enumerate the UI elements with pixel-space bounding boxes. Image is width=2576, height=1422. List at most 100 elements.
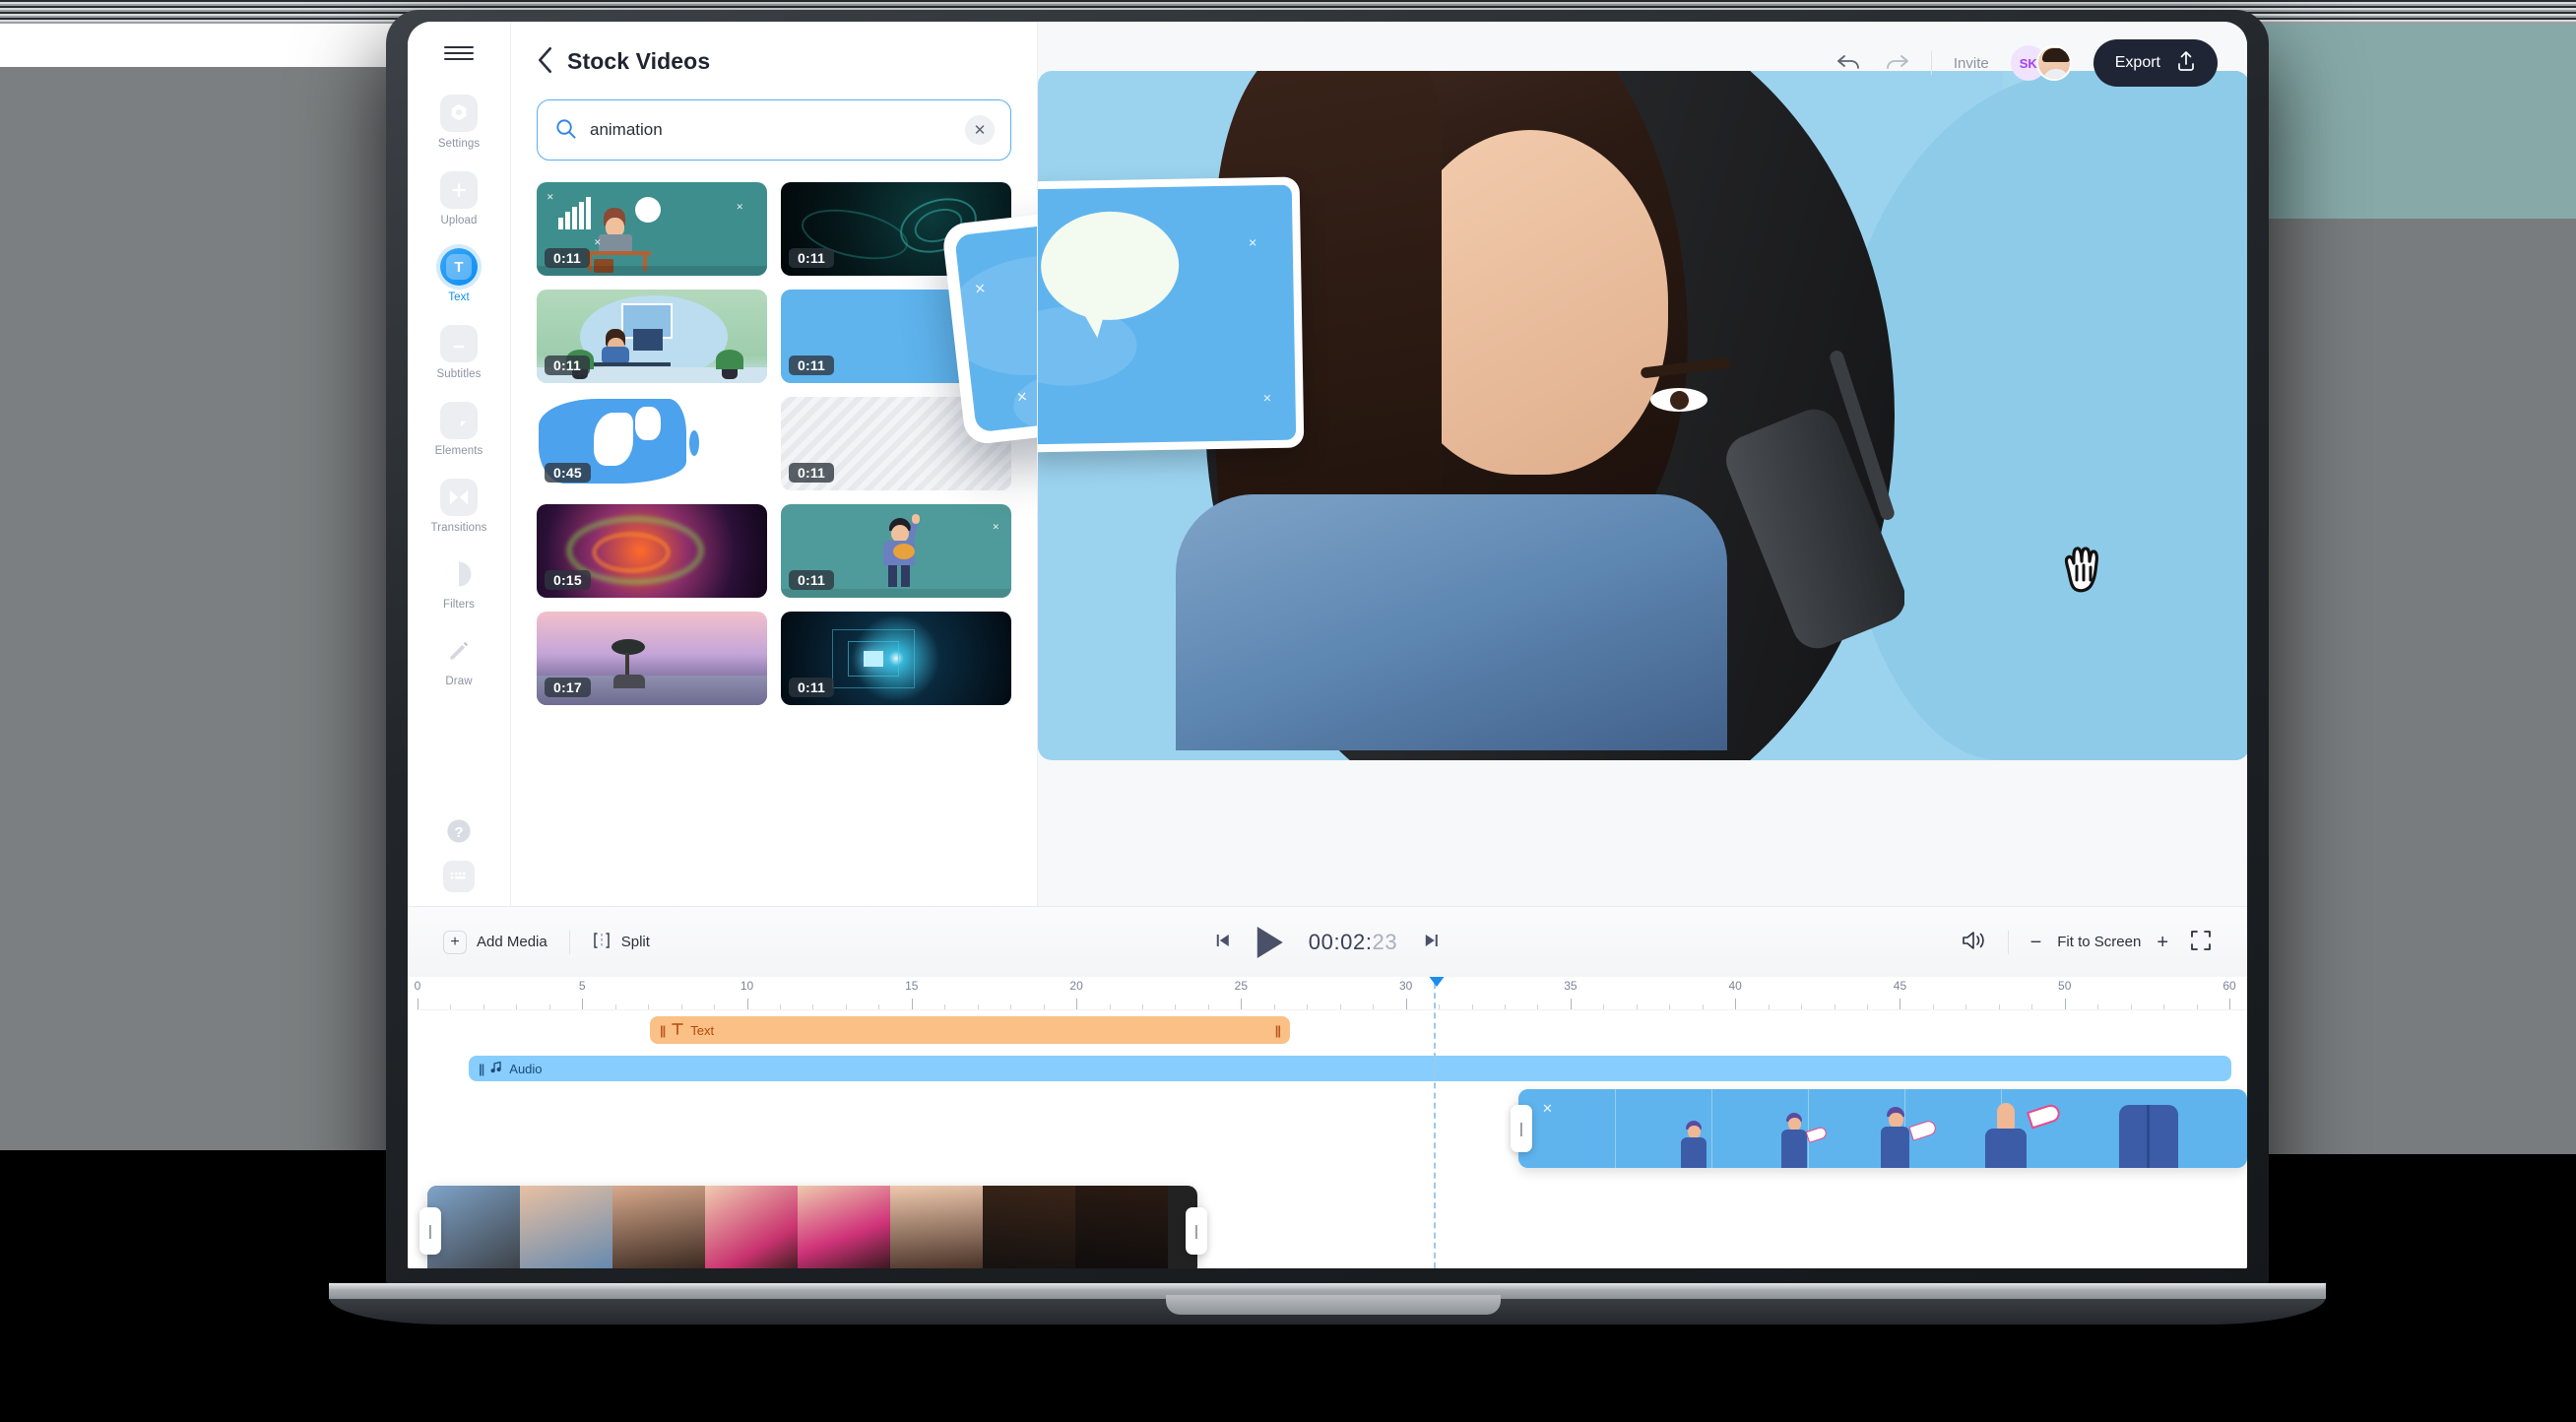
volume-icon[interactable] xyxy=(1961,930,1986,954)
ruler-tick-minor xyxy=(878,1004,880,1009)
stock-video-card[interactable]: ✕ ✕ ✕ 0:11 xyxy=(537,182,767,276)
ruler-label: 20 xyxy=(1069,979,1083,993)
ruler-label: 10 xyxy=(740,979,754,993)
redo-icon[interactable] xyxy=(1884,52,1909,75)
ruler-tick-minor xyxy=(1142,1004,1143,1009)
timeline-clip-video[interactable] xyxy=(427,1186,1197,1268)
search-input[interactable] xyxy=(590,120,951,140)
timeline-controls-bar: + Add Media Split 00:02:23 − Fit to Scre… xyxy=(408,906,2247,977)
playhead-knob[interactable] xyxy=(1425,977,1449,987)
ruler-tick-minor xyxy=(2097,1004,2099,1009)
ruler-tick-minor xyxy=(1273,1004,1275,1009)
ruler-tick-minor xyxy=(1439,1004,1441,1009)
hamburger-icon[interactable] xyxy=(444,43,474,63)
split-button[interactable]: Split xyxy=(592,931,650,954)
timecode-display: 00:02:23 xyxy=(1309,930,1397,955)
timeline-clip-animation[interactable]: ✕ xyxy=(1518,1089,2247,1168)
stock-video-card[interactable]: ✕ 0:11 xyxy=(781,504,1011,598)
ruler-tick-minor xyxy=(1471,1004,1473,1009)
ruler-label: 25 xyxy=(1234,979,1249,993)
divider xyxy=(1930,51,1932,75)
filters-icon xyxy=(440,555,478,593)
stock-video-card[interactable]: 0:11 xyxy=(537,290,767,383)
ruler-label: 0 xyxy=(414,979,421,993)
skip-forward-icon[interactable] xyxy=(1423,932,1441,952)
ruler-label: 50 xyxy=(2058,979,2072,993)
laptop-mockup: Settings Upload T Text Subtitles Element… xyxy=(329,10,2326,1325)
ruler-tick xyxy=(911,999,913,1009)
toolbar-bottom-items: ? xyxy=(443,815,475,892)
page-title: Stock Videos xyxy=(567,48,711,74)
fullscreen-icon[interactable] xyxy=(2190,930,2212,954)
stock-videos-panel: Stock Videos ✕ xyxy=(511,22,1038,906)
search-icon xyxy=(555,118,576,142)
help-icon[interactable]: ? xyxy=(443,815,475,847)
zoom-out-button[interactable]: − xyxy=(2030,933,2042,952)
ruler-label: 30 xyxy=(1398,979,1413,993)
grab-hand-cursor xyxy=(2064,547,2098,593)
sidebar-item-text[interactable]: T Text xyxy=(408,248,510,303)
timeline-clip-audio[interactable]: || Audio xyxy=(469,1056,2231,1081)
controls-right-group: − Fit to Screen + xyxy=(1961,930,2212,954)
video-duration: 0:11 xyxy=(789,248,835,268)
timeline-ruler[interactable]: 0 5 10 15 20 25 30 35 40 45 50 60 xyxy=(414,977,2247,1010)
video-frame xyxy=(427,1186,520,1268)
ruler-label: 40 xyxy=(1728,979,1742,993)
sidebar-item-elements[interactable]: Elements xyxy=(408,402,510,457)
canvas-overlay-clip[interactable]: ✕ ✕ xyxy=(1038,176,1305,453)
left-toolbar: Settings Upload T Text Subtitles Element… xyxy=(408,22,511,906)
invite-button[interactable]: Invite xyxy=(1954,55,1989,72)
playhead[interactable] xyxy=(1425,977,1449,1268)
sidebar-item-transitions[interactable]: Transitions xyxy=(408,479,510,534)
search-box[interactable]: ✕ xyxy=(537,99,1011,161)
ruler-label: 15 xyxy=(905,979,919,993)
clip-grip-right[interactable]: || xyxy=(1275,1023,1281,1038)
ruler-tick-minor xyxy=(1307,1004,1309,1009)
timeline-clip-text[interactable]: || Text || xyxy=(650,1016,1290,1044)
music-icon xyxy=(490,1061,502,1076)
clip-label: Text xyxy=(690,1022,715,1038)
sidebar-item-upload[interactable]: Upload xyxy=(408,171,510,226)
undo-icon[interactable] xyxy=(1836,52,1862,75)
stock-video-card[interactable]: 0:17 xyxy=(537,612,767,705)
ruler-tick xyxy=(1570,999,1572,1009)
ruler-tick-minor xyxy=(483,1004,484,1009)
ruler-tick-minor xyxy=(1801,1004,1803,1009)
zoom-level-label[interactable]: Fit to Screen xyxy=(2057,934,2141,950)
timecode-frames: 23 xyxy=(1372,929,1398,954)
stock-video-card[interactable]: 0:11 xyxy=(781,612,1011,705)
video-trim-handle-right[interactable]: | xyxy=(1186,1207,1207,1255)
chevron-left-icon[interactable] xyxy=(537,47,553,76)
zoom-in-button[interactable]: + xyxy=(2157,933,2168,952)
sidebar-item-settings[interactable]: Settings xyxy=(408,95,510,150)
play-icon[interactable] xyxy=(1256,926,1283,958)
ruler-tick xyxy=(582,999,584,1009)
skip-back-icon[interactable] xyxy=(1214,932,1232,952)
timeline-tracks: || Text || || Audio ✕ | | | xyxy=(408,977,2247,1268)
video-duration: 0:45 xyxy=(545,463,591,483)
sidebar-item-label: Settings xyxy=(437,138,481,150)
sidebar-item-draw[interactable]: Draw xyxy=(408,632,510,687)
stock-video-card[interactable]: 0:15 xyxy=(537,504,767,598)
clip-grip[interactable]: || xyxy=(660,1023,666,1038)
plus-icon: + xyxy=(443,930,467,954)
ruler-tick-minor xyxy=(1339,1004,1341,1009)
video-trim-handle-left[interactable]: | xyxy=(419,1207,441,1255)
avatar[interactable] xyxy=(2035,45,2072,81)
sidebar-item-filters[interactable]: Filters xyxy=(408,555,510,611)
timeline[interactable]: 0 5 10 15 20 25 30 35 40 45 50 60 || Text || || xyxy=(408,977,2247,1268)
export-button[interactable]: Export xyxy=(2093,39,2218,87)
elements-icon xyxy=(440,402,478,439)
close-icon[interactable]: ✕ xyxy=(965,115,995,145)
preview-area: ✕ ✕ xyxy=(1038,22,2247,906)
clip-grip[interactable]: || xyxy=(479,1062,484,1076)
stock-video-card[interactable]: 0:45 xyxy=(537,397,767,490)
add-media-label: Add Media xyxy=(477,934,547,950)
video-canvas[interactable]: ✕ ✕ xyxy=(1038,71,2247,760)
keyboard-icon[interactable] xyxy=(443,861,475,892)
clip-trim-handle-left[interactable]: | xyxy=(1511,1105,1532,1152)
add-media-button[interactable]: + Add Media xyxy=(443,930,547,954)
ruler-tick-minor xyxy=(1043,1004,1045,1009)
history-controls xyxy=(1836,52,1909,75)
sidebar-item-subtitles[interactable]: Subtitles xyxy=(408,325,510,380)
